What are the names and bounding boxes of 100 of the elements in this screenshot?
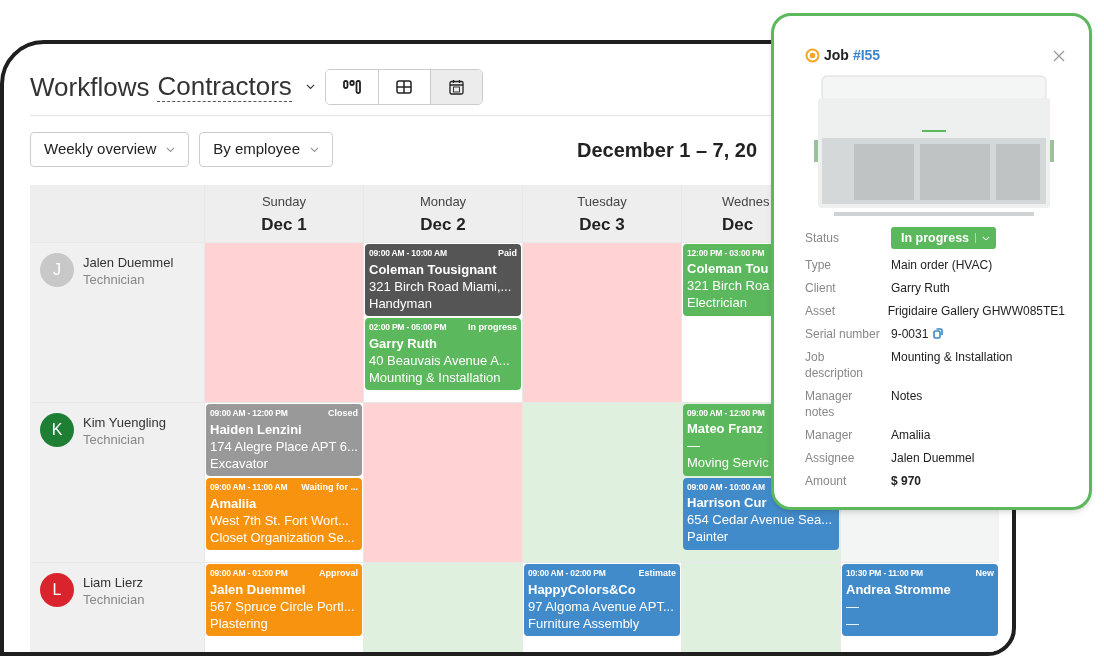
avatar: L (40, 573, 74, 607)
status-ring-icon (805, 48, 820, 63)
field-label: Client (805, 279, 837, 296)
weekday-label: Monday (419, 194, 467, 210)
job-card[interactable]: 09:00 AM - 01:00 PM Approval Jalen Duemmel 567 Spruce Circle Portl... Plastering (206, 564, 362, 636)
job-service: Painter (687, 527, 729, 545)
job-address: 174 Alegre Place APT 6... (210, 437, 358, 455)
job-time: 09:00 AM - 12:00 PM (210, 407, 288, 421)
field-value: Main order (HVAC) (891, 256, 993, 273)
job-service: Excavator (210, 454, 268, 472)
field-label: Job description (805, 348, 865, 381)
field-value: Amaliia (891, 426, 931, 443)
job-address: West 7th St. Fort Wort... (210, 511, 349, 529)
chevron-down-icon (305, 84, 315, 90)
job-address: — (687, 436, 700, 454)
chevron-down-icon (166, 146, 176, 153)
workflow-dropdown[interactable]: Contractors (157, 72, 315, 102)
job-card[interactable]: 09:00 AM - 11:00 AM Waiting for ... Amaliia West 7th St. Fort Wort... Closet Organization Se... (206, 478, 362, 550)
job-address: 567 Spruce Circle Portl... (210, 597, 355, 615)
field-label: Serial number (805, 325, 881, 342)
job-client: Andrea Stromme (846, 580, 951, 598)
job-card[interactable]: 09:00 AM - 02:00 PM Estimate HappyColors&Co 97 Algoma Avenue APT... Furniture Assembly (524, 564, 680, 636)
job-label: Job (824, 46, 849, 65)
filter-dropdown[interactable]: By employee (199, 132, 333, 167)
job-service: Electrician (687, 293, 747, 311)
view-toggle-button[interactable] (429, 70, 482, 104)
calendar-icon (448, 79, 464, 95)
date-label: Dec 2 (420, 214, 466, 236)
job-status: New (975, 567, 994, 580)
job-address: — (846, 597, 859, 615)
job-client: Amaliia (210, 494, 257, 512)
job-service: Moving Servic (687, 453, 769, 471)
table-icon (396, 80, 413, 94)
job-address: 654 Cedar Avenue Sea... (687, 510, 833, 528)
date-label: Dec (722, 214, 754, 236)
job-client: HappyColors&Co (528, 580, 636, 598)
employee-role: Technician (83, 591, 145, 608)
job-time: 09:00 AM - 10:00 AM (687, 481, 765, 494)
job-card[interactable]: 10:30 PM - 11:00 PM New Andrea Stromme — — (842, 564, 998, 636)
job-time: 09:00 AM - 02:00 PM (528, 567, 606, 581)
job-number-link[interactable]: #I55 (852, 45, 881, 66)
job-service: Handyman (369, 294, 432, 312)
job-time: 09:00 AM - 01:00 PM (210, 567, 288, 581)
job-client: Garry Ruth (369, 334, 437, 352)
field-value: $ 970 (891, 472, 922, 489)
job-time: 09:00 AM - 11:00 AM (210, 481, 288, 495)
job-time: 09:00 AM - 12:00 PM (687, 407, 765, 420)
job-client: Coleman Tou (687, 259, 769, 277)
page-title: Workflows (30, 74, 150, 100)
job-status: Paid (498, 247, 517, 260)
field-value: 9-0031 (891, 325, 929, 342)
job-client: Mateo Franz (687, 419, 763, 437)
job-service: Furniture Assembly (528, 614, 640, 632)
employee-role: Technician (83, 431, 146, 448)
field-value: Frigidaire Gallery GHWW085TE1 (887, 302, 1065, 319)
field-value: Mounting & Installation (891, 348, 1013, 365)
job-service: Plastering (210, 614, 268, 632)
job-address: 97 Algoma Avenue APT... (528, 597, 674, 615)
date-label: Dec 3 (579, 214, 625, 236)
field-value: Jalen Duemmel (891, 449, 975, 466)
copy-icon[interactable] (933, 328, 944, 339)
job-status: Estimate (638, 567, 676, 580)
job-status: In progress (468, 321, 517, 334)
job-client: Harrison Cur (687, 493, 767, 511)
employee-name: Jalen Duemmel (83, 254, 174, 271)
job-card[interactable]: 09:00 AM - 12:00 PM Closed Haiden Lenzini 174 Alegre Place APT 6... Excavator (206, 404, 362, 476)
avatar: K (40, 413, 74, 447)
job-client: Coleman Tousignant (369, 260, 497, 278)
job-address: 40 Beauvais Avenue A... (369, 351, 510, 369)
job-client: Haiden Lenzini (210, 420, 302, 438)
field-value: Garry Ruth (891, 279, 950, 296)
job-status: Approval (319, 567, 358, 580)
employee-role: Technician (83, 271, 146, 288)
date-range-heading: December 1 – 7, 20 (577, 137, 758, 163)
job-time: 10:30 PM - 11:00 PM (846, 567, 923, 581)
filter-dropdown[interactable]: Weekly overview (30, 132, 190, 167)
weekday-label: Tuesday (577, 194, 627, 210)
employee-name: Liam Lierz (83, 574, 144, 591)
weekday-label: Wednes (722, 194, 770, 210)
chevron-down-icon (310, 146, 319, 153)
status-dropdown[interactable]: In progress (891, 227, 997, 249)
chevron-down-icon (982, 235, 991, 241)
job-client: Jalen Duemmel (210, 580, 306, 598)
columns-icon (342, 80, 361, 94)
job-address: 321 Birch Road Miami,... (369, 277, 512, 295)
field-value: Notes (891, 387, 923, 404)
job-card[interactable]: 09:00 AM - 10:00 AM Paid Coleman Tousignant 321 Birch Road Miami,... Handyman (365, 244, 521, 316)
job-time: 09:00 AM - 10:00 AM (369, 247, 447, 261)
job-address: 321 Birch Roa (687, 276, 770, 294)
job-service: Closet Organization Se... (210, 528, 355, 546)
job-status: Waiting for ... (301, 481, 358, 494)
job-card[interactable]: 02:00 PM - 05:00 PM In progress Garry Ruth 40 Beauvais Avenue A... Mounting & Installation (365, 318, 521, 390)
field-label: Type (805, 256, 832, 273)
close-icon[interactable] (1053, 49, 1065, 62)
weekday-label: Sunday (261, 194, 307, 210)
job-service: — (846, 614, 859, 632)
field-label: Asset (805, 302, 836, 319)
job-time: 02:00 PM - 05:00 PM (369, 321, 447, 335)
job-service: Mounting & Installation (369, 368, 501, 386)
field-label: Status (805, 230, 841, 247)
